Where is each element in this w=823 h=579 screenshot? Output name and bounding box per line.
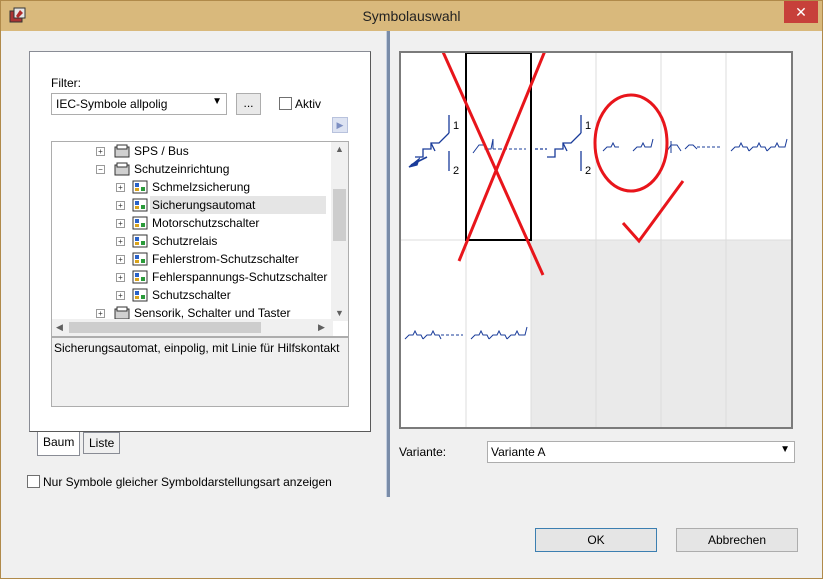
dialog-client: Filter: IEC-Symbole allpolig ▼ ... Aktiv… [9,31,815,572]
folder-icon [114,162,130,176]
symbol-preview-grid[interactable]: 1 2 1 2 [399,51,793,429]
scroll-thumb[interactable] [333,189,346,241]
pin-label: 2 [585,165,591,177]
window-title: Symbolauswahl [362,8,461,24]
folder-icon [114,306,130,320]
expand-icon[interactable]: + [116,291,125,300]
tree-vertical-scrollbar[interactable]: ▲ ▼ [331,142,348,321]
filter-more-button[interactable]: ... [236,93,261,115]
nur-symbole-label: Nur Symbole gleicher Symboldarstellungsa… [43,475,332,489]
chevron-down-icon: ▼ [212,96,222,107]
tree-item-label: Schutzschalter [152,288,231,302]
expand-icon[interactable]: + [116,273,125,282]
scroll-left-icon[interactable]: ◀ [56,322,63,333]
expand-icon[interactable]: + [116,201,125,210]
scroll-up-icon[interactable]: ▲ [335,144,344,154]
expand-icon[interactable]: + [116,183,125,192]
tree-item-label: Schutzeinrichtung [134,162,230,176]
aktiv-label: Aktiv [295,97,322,111]
symbol-icon [132,234,148,248]
tree-item-label: Schmelzsicherung [152,180,251,194]
symbol-icon [132,288,148,302]
symbol-grid-canvas: 1 2 1 2 [401,53,791,427]
tree-item-label: Motorschutzschalter [152,216,260,230]
expand-icon[interactable]: + [116,237,125,246]
collapse-icon[interactable]: − [96,165,105,174]
title-bar: Symbolauswahl ✕ [1,1,822,31]
filter-value: IEC-Symbole allpolig [56,97,168,111]
variante-value: Variante A [491,445,546,459]
dialog-window: Symbolauswahl ✕ Filter: IEC-Symbole allp… [0,0,823,579]
chevron-down-icon: ▼ [780,444,790,455]
scroll-right-icon[interactable]: ▶ [318,322,325,333]
tree-horizontal-scrollbar[interactable]: ◀ ▶ [52,319,333,336]
variante-select[interactable]: Variante A ▼ [487,441,795,463]
tree-item-label: Schutzrelais [152,234,218,248]
ok-button[interactable]: OK [535,528,657,552]
tree-item-label: Sicherungsautomat [150,196,326,214]
filter-select[interactable]: IEC-Symbole allpolig ▼ [51,93,227,115]
variante-label: Variante: [399,445,447,459]
play-icon: ▶ [336,120,344,130]
apply-filter-button[interactable]: ▶ [332,117,348,133]
close-button[interactable]: ✕ [784,1,818,23]
pin-label: 2 [453,165,459,177]
aktiv-checkbox[interactable] [279,97,292,110]
pin-label: 1 [585,120,591,132]
scroll-thumb[interactable] [69,322,261,333]
expand-icon[interactable]: + [116,255,125,264]
expand-icon[interactable]: + [96,147,105,156]
symbol-icon [132,270,148,284]
cancel-button[interactable]: Abbrechen [676,528,798,552]
pin-label: 1 [453,120,459,132]
filter-label: Filter: [51,76,81,90]
symbol-icon [132,216,148,230]
symbol-icon [132,198,148,212]
symbol-description: Sicherungsautomat, einpolig, mit Linie f… [51,337,349,407]
symbol-icon [132,252,148,266]
tree-item-label: SPS / Bus [134,144,189,158]
tree-item-label: Fehlerstrom-Schutzschalter [152,252,299,266]
symbol-tree[interactable]: + SPS / Bus − Schutzeinrichtung + Schmel… [51,141,349,337]
symbol-icon [132,180,148,194]
folder-icon [114,144,130,158]
tab-baum[interactable]: Baum [37,432,81,456]
tree-item-label: Fehlerspannungs-Schutzschalter [152,270,328,284]
pane-splitter[interactable] [386,31,390,497]
scroll-down-icon[interactable]: ▼ [335,308,344,318]
nur-symbole-checkbox[interactable] [27,475,40,488]
expand-icon[interactable]: + [116,219,125,228]
tab-liste[interactable]: Liste [83,432,121,454]
expand-icon[interactable]: + [96,309,105,318]
close-icon: ✕ [795,4,807,20]
description-text: Sicherungsautomat, einpolig, mit Linie f… [54,341,340,355]
